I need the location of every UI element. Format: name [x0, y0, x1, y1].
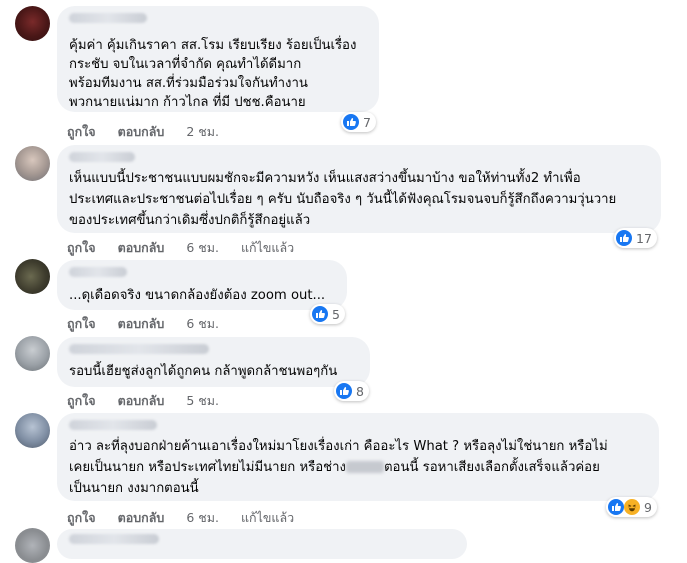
- comment-bubble: คุ้มค่า คุ้มเกินราคา สส.โรม เรียบเรียง ร…: [57, 6, 379, 112]
- comment-text-line: เห็นแบบนี้ประชาชนแบบผมชักจะมีความหวัง เห…: [69, 171, 581, 186]
- comment-bubble: อ่าว ละที่ลุงบอกฝ่ายค้านเอาเรื่องใหม่มาโ…: [57, 413, 659, 501]
- like-button[interactable]: ถูกใจ: [67, 391, 96, 411]
- reaction-number: 17: [636, 230, 652, 246]
- comment-text-line: ของประเทศขึ้นกว่าเดิมซึ่งปกติก็รู้สึกอยู…: [69, 213, 311, 228]
- avatar[interactable]: [15, 146, 50, 181]
- reply-button[interactable]: ตอบกลับ: [118, 238, 165, 258]
- like-icon: [336, 383, 352, 399]
- reply-button[interactable]: ตอบกลับ: [118, 314, 165, 334]
- timestamp[interactable]: 6 ชม.: [186, 314, 219, 334]
- like-button[interactable]: ถูกใจ: [67, 314, 96, 334]
- author-name-blurred[interactable]: [69, 267, 127, 277]
- comment-text-line: ประเทศและประชาชนต่อไปเรื่อย ๆ ครับ นับถื…: [69, 192, 617, 207]
- author-name-blurred[interactable]: [69, 344, 209, 354]
- comment-text-line: กระชับ จบในเวลาที่จำกัด คุณทำได้ดีมาก: [69, 57, 302, 72]
- comment-text-fragment: ตอนนี้ รอหาเสียงเลือกตั้งเสร็จแล้วค่อย: [383, 460, 600, 475]
- avatar[interactable]: [15, 413, 50, 448]
- avatar[interactable]: [15, 6, 50, 41]
- timestamp[interactable]: 6 ชม.: [186, 238, 219, 258]
- like-icon: [343, 114, 359, 130]
- like-button[interactable]: ถูกใจ: [67, 122, 96, 142]
- edited-label[interactable]: แก้ไขแล้ว: [241, 238, 294, 258]
- timestamp[interactable]: 2 ชม.: [186, 122, 219, 142]
- reaction-number: 9: [644, 499, 652, 515]
- comment-text-line: พร้อมทีมงาน สส.ที่ร่วมมือร่วมใจกันทำงาน: [69, 76, 308, 91]
- reaction-count[interactable]: 9: [606, 497, 657, 517]
- comment-actions: ถูกใจ ตอบกลับ 6 ชม. แก้ไขแล้ว: [67, 508, 316, 528]
- reaction-count[interactable]: 7: [341, 112, 376, 132]
- comment-bubble: เห็นแบบนี้ประชาชนแบบผมชักจะมีความหวัง เห…: [57, 145, 661, 233]
- comment-actions: ถูกใจ ตอบกลับ 2 ชม.: [67, 122, 241, 142]
- comment-text-line: เป็นนายก งงมากตอนนี้: [69, 481, 199, 496]
- comment-bubble: [57, 529, 467, 559]
- reply-button[interactable]: ตอบกลับ: [118, 508, 165, 528]
- reaction-count[interactable]: 17: [614, 228, 657, 248]
- comment-actions: ถูกใจ ตอบกลับ 6 ชม.: [67, 314, 241, 334]
- reaction-count[interactable]: 5: [310, 304, 345, 324]
- reaction-number: 7: [363, 114, 371, 130]
- like-icon: [608, 499, 624, 515]
- comment-text-line: เคยเป็นนายก หรือประเทศไทยไม่มีนายก หรือช…: [69, 458, 600, 478]
- edited-label[interactable]: แก้ไขแล้ว: [241, 508, 294, 528]
- comment-text-fragment: เคยเป็นนายก หรือประเทศไทยไม่มีนายก หรือช…: [69, 460, 346, 475]
- comment-text-line: ...ดุเดือดจริง ขนาดกล้องยังต้อง zoom out…: [69, 288, 326, 303]
- comment-text-line: คุ้มค่า คุ้มเกินราคา สส.โรม เรียบเรียง ร…: [69, 38, 357, 53]
- blurred-word: [345, 461, 384, 473]
- avatar[interactable]: [15, 259, 50, 294]
- timestamp[interactable]: 5 ชม.: [186, 391, 219, 411]
- author-name-blurred[interactable]: [69, 13, 147, 23]
- avatar[interactable]: [15, 528, 50, 563]
- reaction-number: 5: [332, 306, 340, 322]
- like-icon: [616, 230, 632, 246]
- haha-icon: [624, 499, 640, 515]
- comment-bubble: ...ดุเดือดจริง ขนาดกล้องยังต้อง zoom out…: [57, 260, 347, 310]
- comment-bubble: รอบนี้เฮียชูส่งลูกได้ถูกคน กล้าพูดกล้าชน…: [57, 337, 370, 387]
- reaction-number: 8: [356, 383, 364, 399]
- comment-text-line: อ่าว ละที่ลุงบอกฝ่ายค้านเอาเรื่องใหม่มาโ…: [69, 439, 608, 454]
- reply-button[interactable]: ตอบกลับ: [118, 391, 165, 411]
- timestamp[interactable]: 6 ชม.: [186, 508, 219, 528]
- reply-button[interactable]: ตอบกลับ: [118, 122, 165, 142]
- avatar[interactable]: [15, 336, 50, 371]
- like-button[interactable]: ถูกใจ: [67, 508, 96, 528]
- comment-text-line: พวกนายแน่มาก ก้าวไกล ที่มี ปชช.คือนาย: [69, 95, 306, 110]
- like-button[interactable]: ถูกใจ: [67, 238, 96, 258]
- like-icon: [312, 306, 328, 322]
- comment-text-line: รอบนี้เฮียชูส่งลูกได้ถูกคน กล้าพูดกล้าชน…: [69, 364, 338, 379]
- author-name-blurred[interactable]: [69, 420, 157, 430]
- author-name-blurred[interactable]: [69, 152, 135, 162]
- reaction-count[interactable]: 8: [334, 381, 369, 401]
- comment-actions: ถูกใจ ตอบกลับ 5 ชม.: [67, 391, 241, 411]
- comment-actions: ถูกใจ ตอบกลับ 6 ชม. แก้ไขแล้ว: [67, 238, 316, 258]
